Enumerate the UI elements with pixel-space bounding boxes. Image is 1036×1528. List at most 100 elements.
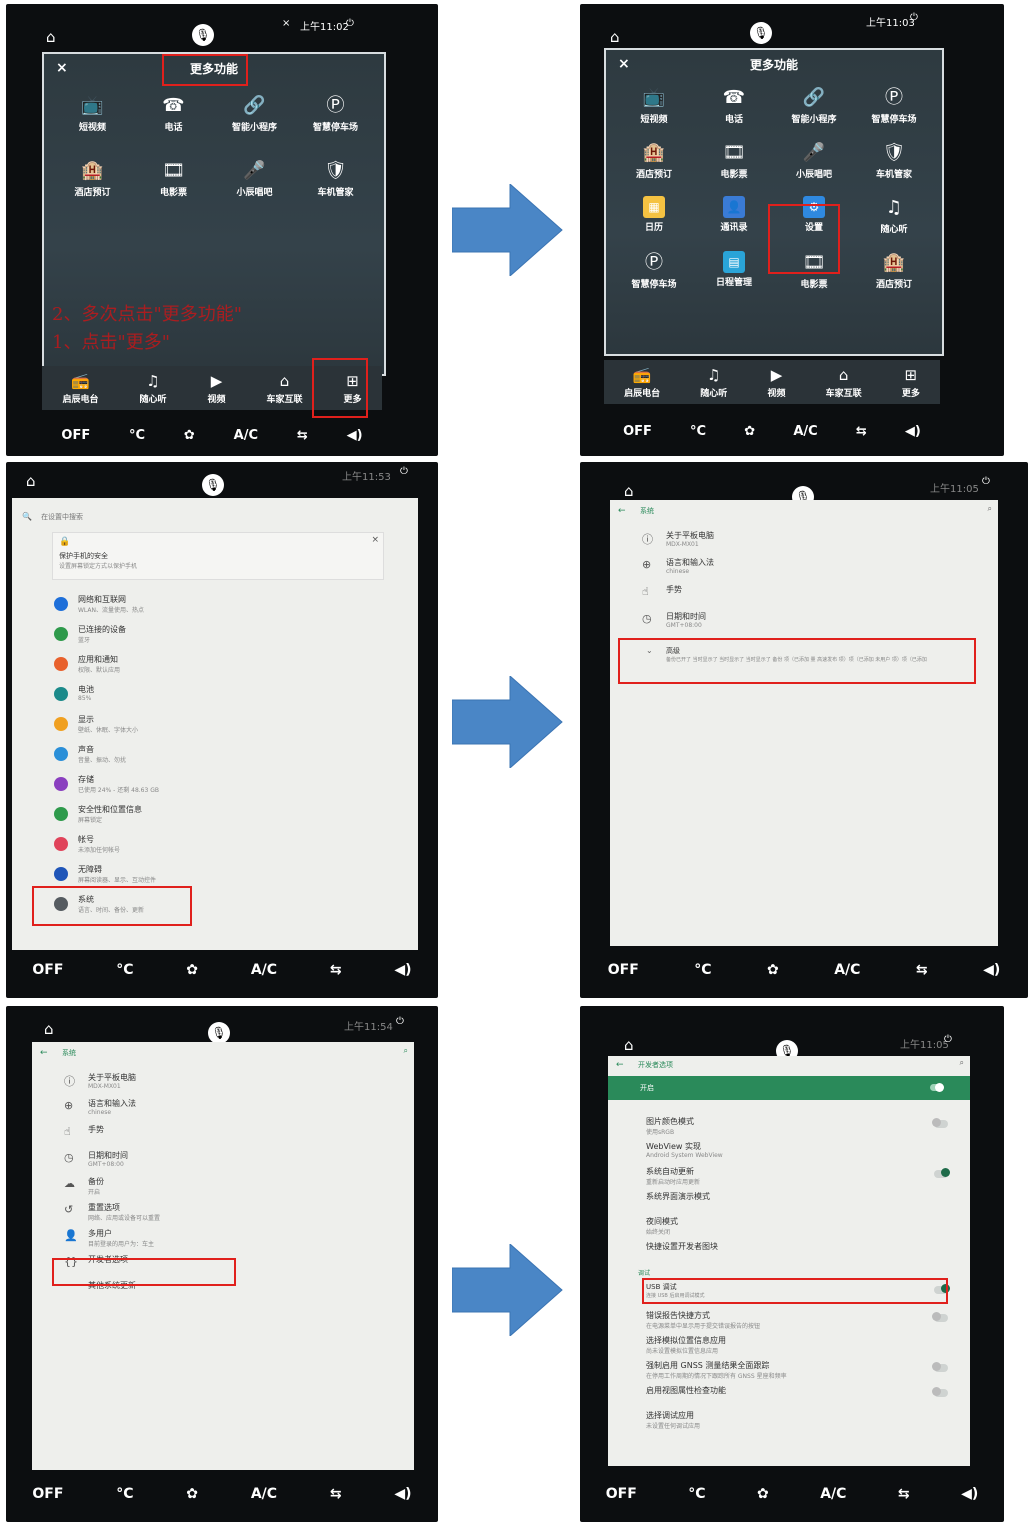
function-grid-item[interactable]: 🎤 小辰唱吧 <box>774 141 854 180</box>
recirculation-icon[interactable]: ⇆ <box>856 424 867 439</box>
recirculation-icon[interactable]: ⇆ <box>916 962 928 978</box>
fan-icon[interactable]: ✿ <box>184 428 195 443</box>
settings-item[interactable]: 已连接的设备 蓝牙 <box>54 624 398 650</box>
option-toggle[interactable] <box>934 1168 950 1178</box>
home-icon[interactable]: ⌂ <box>26 472 36 490</box>
settings-item[interactable]: 存储 已使用 24% - 还剩 48.63 GB <box>54 774 398 800</box>
developer-option-row[interactable]: 系统自动更新 重新启动时应用更新 <box>646 1166 970 1192</box>
function-grid-item[interactable]: Ⓟ 智慧停车场 <box>854 86 934 125</box>
settings-item[interactable]: 声音 音量、振动、勿扰 <box>54 744 398 770</box>
power-icon[interactable]: ⏻ <box>400 466 408 477</box>
function-grid-item[interactable]: 🎤 小辰唱吧 <box>214 159 295 198</box>
power-icon[interactable]: ⏻ <box>346 18 354 29</box>
settings-item[interactable]: ⊕ 语言和输入法 chinese <box>642 557 978 583</box>
developer-option-row[interactable]: 选择调试应用 未设置任何调试应用 <box>646 1410 970 1436</box>
volume-icon[interactable]: ◀) <box>983 962 1000 978</box>
developer-option-row[interactable]: 错误报告快捷方式 在电源菜单中显示用于提交错误报告的按钮 <box>646 1310 970 1336</box>
back-icon[interactable]: ← <box>616 1060 624 1070</box>
function-grid-item[interactable]: 🛡 车机管家 <box>295 159 376 198</box>
function-grid-item[interactable]: 🏨 酒店预订 <box>52 159 133 198</box>
fan-icon[interactable]: ✿ <box>744 424 755 439</box>
settings-item[interactable]: 应用和通知 权限、默认应用 <box>54 654 398 680</box>
function-grid-item[interactable]: ☎ 电话 <box>133 94 214 133</box>
fan-icon[interactable]: ✿ <box>186 1486 198 1502</box>
ac-off-button[interactable]: OFF <box>61 428 90 443</box>
function-grid-item[interactable]: ▦ 日历 <box>614 196 694 235</box>
dock-item[interactable]: ♫ 随心听 <box>700 366 727 399</box>
settings-item[interactable]: 网络和互联网 WLAN、流量使用、热点 <box>54 594 398 620</box>
settings-item[interactable]: ◷ 日期和时间 GMT+08:00 <box>642 611 978 637</box>
ac-button[interactable]: A/C <box>820 1486 846 1502</box>
function-grid-item[interactable]: 🏨 酒店预订 <box>854 251 934 290</box>
temperature-unit-button[interactable]: °C <box>690 424 706 439</box>
dock-item[interactable]: 📻 启辰电台 <box>624 366 660 399</box>
function-grid-item[interactable]: 📺 短视频 <box>52 94 133 133</box>
ac-off-button[interactable]: OFF <box>32 1486 63 1502</box>
function-grid-item[interactable]: Ⓟ 智慧停车场 <box>295 94 376 133</box>
settings-item[interactable]: ☝ 手势 <box>642 584 978 610</box>
fan-icon[interactable]: ✿ <box>757 1486 769 1502</box>
power-icon[interactable]: ⏻ <box>982 476 990 487</box>
developer-option-row[interactable]: 强制启用 GNSS 测量结果全面跟踪 在停用工作周期的情况下跟踪所有 GNSS 星… <box>646 1360 970 1386</box>
settings-item[interactable]: 显示 壁纸、休眠、字体大小 <box>54 714 398 740</box>
voice-mic-icon[interactable]: 🎙 <box>192 24 214 46</box>
option-toggle[interactable] <box>932 1118 948 1128</box>
dock-item[interactable]: ⌂ 车家互联 <box>266 372 302 405</box>
settings-item[interactable]: ☝ 手势 <box>64 1124 394 1150</box>
back-icon[interactable]: ← <box>618 506 626 516</box>
dock-item[interactable]: ♫ 随心听 <box>139 372 166 405</box>
settings-item[interactable]: ☁ 备份 开启 <box>64 1176 394 1202</box>
search-input[interactable]: 在设置中搜索 <box>41 513 83 521</box>
home-icon[interactable]: ⌂ <box>44 1020 54 1038</box>
recirculation-icon[interactable]: ⇆ <box>330 962 342 978</box>
settings-item[interactable]: ⊕ 语言和输入法 chinese <box>64 1098 394 1124</box>
option-toggle[interactable] <box>932 1362 948 1372</box>
voice-mic-icon[interactable]: 🎙 <box>750 22 772 44</box>
developer-option-row[interactable]: 选择模拟位置信息应用 尚未设置模拟位置信息应用 <box>646 1335 970 1361</box>
temperature-unit-button[interactable]: °C <box>116 962 133 978</box>
ac-off-button[interactable]: OFF <box>606 1486 637 1502</box>
settings-item[interactable]: 👤 多用户 目前登录的用户为：车主 <box>64 1228 394 1254</box>
power-icon[interactable]: ⏻ <box>944 1034 952 1045</box>
fan-icon[interactable]: ✿ <box>767 962 779 978</box>
search-bar[interactable]: 🔍 在设置中搜索 <box>22 504 408 522</box>
ac-button[interactable]: A/C <box>251 1486 277 1502</box>
volume-icon[interactable]: ◀) <box>905 424 921 439</box>
ac-button[interactable]: A/C <box>251 962 277 978</box>
dock-item[interactable]: ▶ 视频 <box>767 366 785 399</box>
function-grid-item[interactable]: ♫ 随心听 <box>854 196 934 235</box>
function-grid-item[interactable]: Ⓟ 智慧停车场 <box>614 251 694 290</box>
volume-icon[interactable]: ◀) <box>961 1486 978 1502</box>
developer-option-row[interactable]: 快捷设置开发者图块 <box>646 1241 970 1267</box>
power-icon[interactable]: ⏻ <box>396 1016 404 1027</box>
ac-off-button[interactable]: OFF <box>608 962 639 978</box>
settings-item[interactable]: ↺ 重置选项 网络、应用或设备可以重置 <box>64 1202 394 1228</box>
function-grid-item[interactable]: ▤ 日程管理 <box>694 251 774 290</box>
recirculation-icon[interactable]: ⇆ <box>898 1486 910 1502</box>
developer-option-row[interactable]: 系统界面演示模式 <box>646 1191 970 1217</box>
dock-item[interactable]: ▶ 视频 <box>207 372 225 405</box>
power-icon[interactable]: ⏻ <box>910 12 918 23</box>
function-grid-item[interactable]: ☎ 电话 <box>694 86 774 125</box>
volume-icon[interactable]: ◀) <box>347 428 363 443</box>
master-toggle[interactable] <box>930 1083 944 1092</box>
recirculation-icon[interactable]: ⇆ <box>330 1486 342 1502</box>
master-switch-bar[interactable]: 开启 <box>608 1076 970 1100</box>
developer-option-row[interactable]: 夜间模式 始终关闭 <box>646 1216 970 1242</box>
settings-item[interactable]: 帐号 未添加任何帐号 <box>54 834 398 860</box>
volume-icon[interactable]: ◀) <box>394 1486 411 1502</box>
developer-option-row[interactable]: WebView 实现 Android System WebView <box>646 1141 970 1167</box>
dock-item[interactable]: ⌂ 车家互联 <box>826 366 862 399</box>
security-suggestion-card[interactable]: 🔒 保护手机的安全 设置屏幕锁定方式以保护手机 × <box>52 532 384 580</box>
function-grid-item[interactable]: 🔗 智能小程序 <box>214 94 295 133</box>
temperature-unit-button[interactable]: °C <box>694 962 711 978</box>
search-icon[interactable]: ⌕ <box>988 504 992 514</box>
dismiss-icon[interactable]: × <box>371 535 379 545</box>
function-grid-item[interactable]: 👤 通讯录 <box>694 196 774 235</box>
temperature-unit-button[interactable]: °C <box>688 1486 705 1502</box>
ac-off-button[interactable]: OFF <box>623 424 652 439</box>
home-icon[interactable]: ⌂ <box>624 482 634 500</box>
settings-item[interactable]: ◷ 日期和时间 GMT+08:00 <box>64 1150 394 1176</box>
option-toggle[interactable] <box>932 1387 948 1397</box>
home-icon[interactable]: ⌂ <box>610 28 620 46</box>
